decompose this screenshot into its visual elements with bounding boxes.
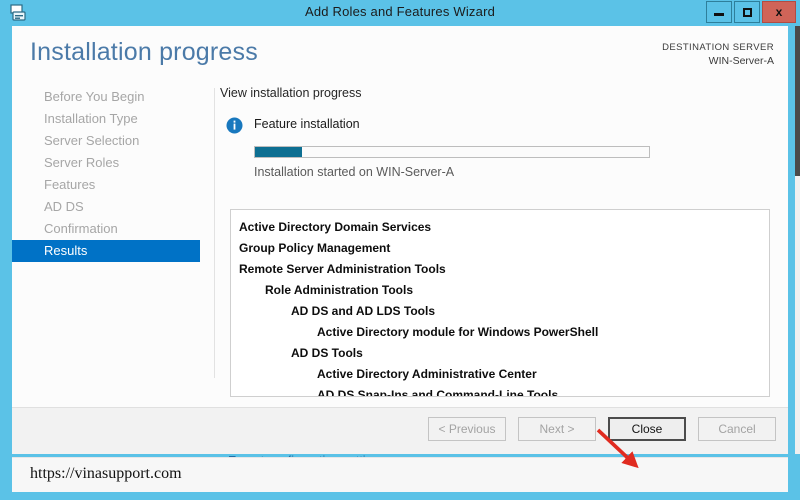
list-item[interactable]: Active Directory Administrative Center	[239, 364, 769, 385]
next-button[interactable]: Next >	[518, 417, 596, 441]
list-item[interactable]: AD DS Snap-Ins and Command-Line Tools	[239, 385, 769, 396]
window-controls: x	[706, 1, 796, 23]
feature-installation-row: Feature installation	[226, 116, 778, 136]
sidebar-item-server-selection[interactable]: Server Selection	[12, 130, 212, 152]
title-bar: Add Roles and Features Wizard x	[0, 0, 800, 26]
watermark-bar: https://vinasupport.com	[12, 457, 788, 492]
previous-button[interactable]: < Previous	[428, 417, 506, 441]
installed-components-list[interactable]: Active Directory Domain Services Group Po…	[230, 209, 770, 397]
sidebar-item-features[interactable]: Features	[12, 174, 212, 196]
page-header: Installation progress DESTINATION SERVER…	[12, 26, 788, 82]
maximize-icon	[742, 7, 752, 17]
info-icon	[226, 117, 243, 134]
window-scrollbar[interactable]	[795, 26, 800, 454]
window-title: Add Roles and Features Wizard	[304, 4, 496, 19]
list-item[interactable]: Active Directory Domain Services	[239, 217, 769, 238]
sidebar-item-ad-ds[interactable]: AD DS	[12, 196, 212, 218]
minimize-icon	[714, 13, 724, 16]
close-window-button[interactable]: x	[762, 1, 796, 23]
sidebar-item-installation-type[interactable]: Installation Type	[12, 108, 212, 130]
list-item[interactable]: Active Directory module for Windows Powe…	[239, 322, 769, 343]
list-container: Active Directory Domain Services Group Po…	[231, 210, 769, 396]
dialog-footer: < Previous Next > Close Cancel	[12, 407, 788, 454]
destination-server-label: DESTINATION SERVER	[662, 42, 774, 53]
progress-status-text: Installation started on WIN-Server-A	[254, 165, 455, 179]
sidebar-item-results[interactable]: Results	[12, 240, 200, 262]
list-item[interactable]: AD DS and AD LDS Tools	[239, 301, 769, 322]
footer-button-row: < Previous Next > Close Cancel	[428, 417, 776, 441]
list-item[interactable]: Remote Server Administration Tools	[239, 259, 769, 280]
maximize-button[interactable]	[734, 1, 760, 23]
installation-progress-bar	[254, 146, 650, 158]
destination-server-value: WIN-Server-A	[708, 54, 774, 67]
sidebar-divider	[214, 88, 215, 378]
section-heading: View installation progress	[220, 86, 362, 100]
list-item[interactable]: Group Policy Management	[239, 238, 769, 259]
destination-server-block: DESTINATION SERVER WIN-Server-A	[662, 42, 774, 68]
minimize-button[interactable]	[706, 1, 732, 23]
scrollbar-thumb[interactable]	[795, 26, 800, 176]
cancel-button[interactable]: Cancel	[698, 417, 776, 441]
wizard-steps-sidebar: Before You Begin Installation Type Serve…	[12, 86, 212, 386]
list-item[interactable]: AD DS Tools	[239, 343, 769, 364]
dialog-body: Installation progress DESTINATION SERVER…	[12, 26, 788, 468]
close-button[interactable]: Close	[608, 417, 686, 441]
main-content: View installation progress Feature insta…	[218, 86, 778, 468]
feature-installation-label: Feature installation	[254, 117, 360, 131]
sidebar-item-confirmation[interactable]: Confirmation	[12, 218, 212, 240]
watermark-url: https://vinasupport.com	[30, 465, 182, 482]
list-item[interactable]: Role Administration Tools	[239, 280, 769, 301]
progress-bar-fill	[255, 147, 303, 157]
wizard-window: Add Roles and Features Wizard x Installa…	[0, 0, 800, 500]
page-title: Installation progress	[30, 38, 258, 66]
sidebar-item-before-you-begin[interactable]: Before You Begin	[12, 86, 212, 108]
sidebar-item-server-roles[interactable]: Server Roles	[12, 152, 212, 174]
